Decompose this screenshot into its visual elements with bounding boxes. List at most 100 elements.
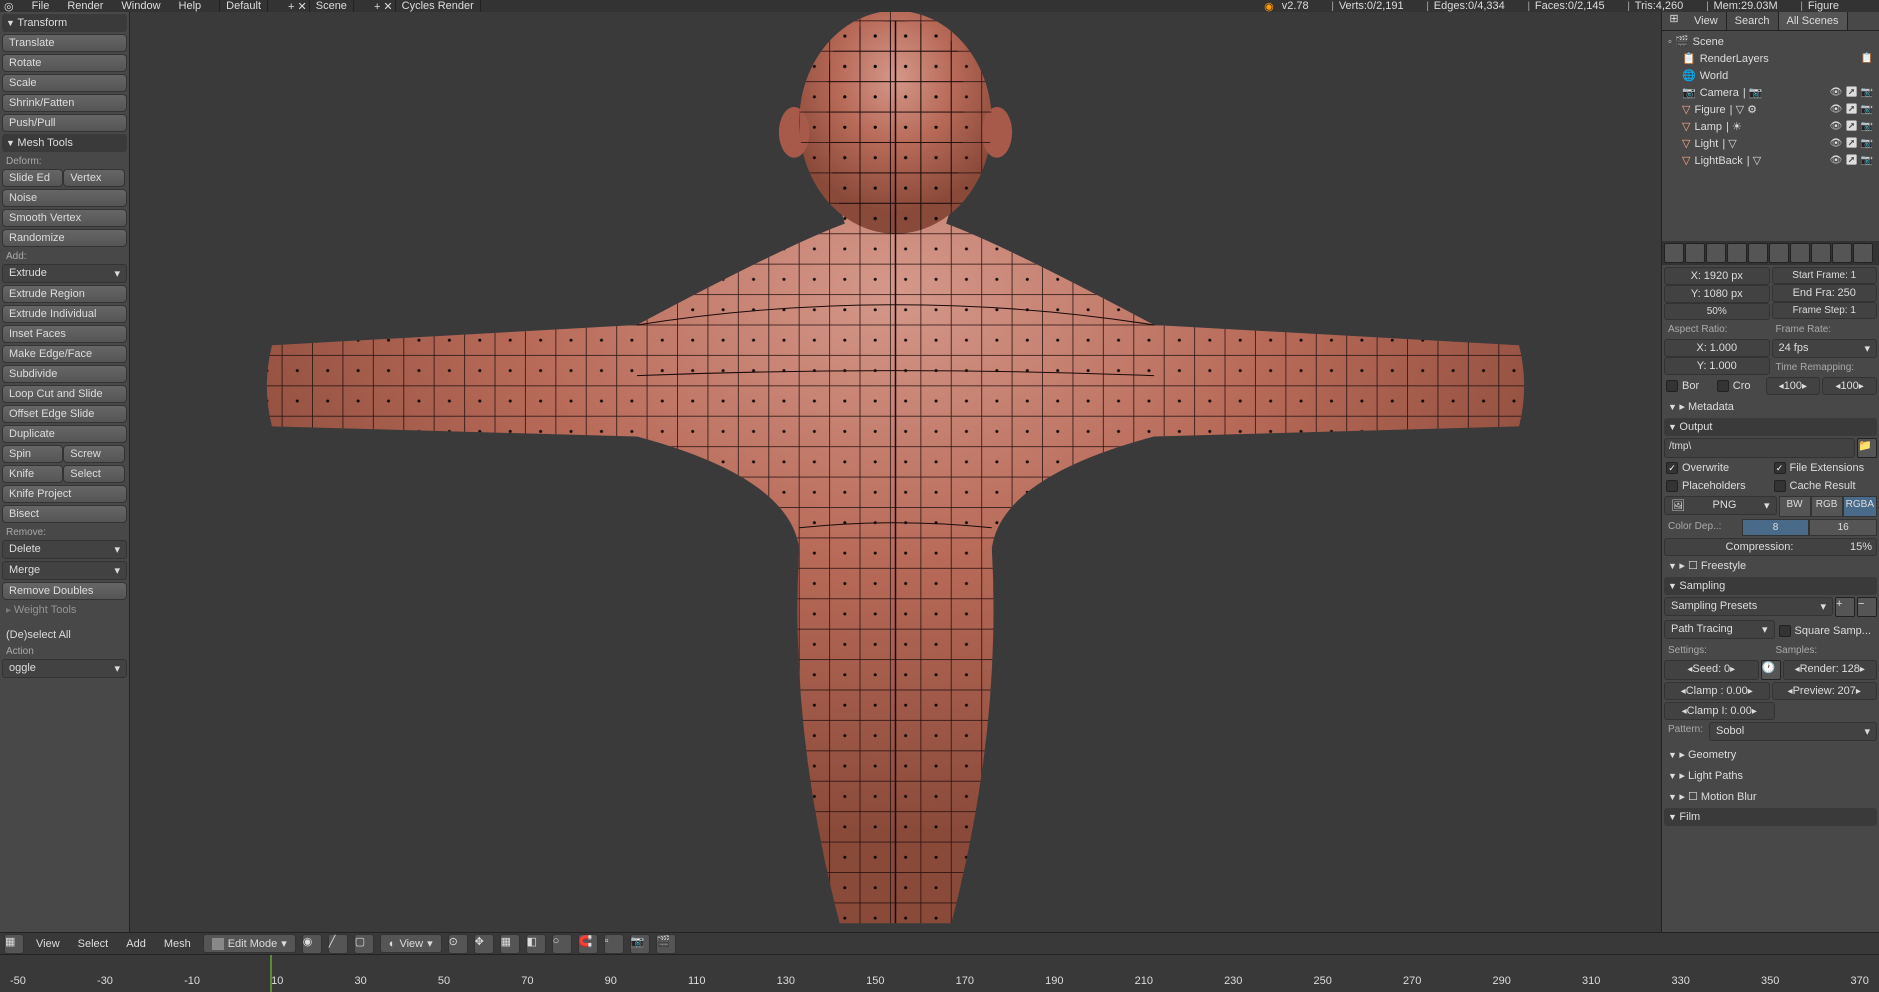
outliner-search-tab[interactable]: Search <box>1727 12 1779 30</box>
prop-layers-icon[interactable] <box>1685 243 1705 263</box>
shrink-fatten-button[interactable]: Shrink/Fatten <box>2 94 127 112</box>
knife-select-button[interactable]: Select <box>63 465 124 483</box>
menu-help[interactable]: Help <box>179 0 202 12</box>
prop-object-icon[interactable] <box>1748 243 1768 263</box>
extrude-region-button[interactable]: Extrude Region <box>2 285 127 303</box>
mode-dropdown[interactable]: Edit Mode ▾ <box>203 934 296 953</box>
resolution-pct[interactable]: 50% <box>1664 303 1770 320</box>
prop-texture-icon[interactable] <box>1853 243 1873 263</box>
extrude-dropdown[interactable]: Extrude▾ <box>2 264 127 283</box>
timeline-cursor[interactable] <box>270 955 272 992</box>
prop-render-icon[interactable] <box>1664 243 1684 263</box>
spin-button[interactable]: Spin <box>2 445 63 463</box>
seed-clock-icon[interactable]: 🕐 <box>1761 660 1781 680</box>
prop-constraints-icon[interactable] <box>1769 243 1789 263</box>
knife-project-button[interactable]: Knife Project <box>2 485 127 503</box>
outliner-tree[interactable]: ◦ 🎬 Scene 📋RenderLayers📋 🌐World 📷Camera … <box>1662 31 1879 241</box>
compression-slider[interactable]: Compression: 15% <box>1664 538 1877 556</box>
duplicate-button[interactable]: Duplicate <box>2 425 127 443</box>
outliner-editor-icon[interactable]: ⊞ <box>1662 12 1686 30</box>
prop-material-icon[interactable] <box>1832 243 1852 263</box>
metadata-header[interactable]: ▸ Metadata <box>1664 397 1877 416</box>
freestyle-header[interactable]: ▸ ☐ Freestyle <box>1664 556 1877 575</box>
outliner-view-tab[interactable]: View <box>1686 12 1727 30</box>
depth-8[interactable]: 8 <box>1742 519 1810 536</box>
offset-edge-slide-button[interactable]: Offset Edge Slide <box>2 405 127 423</box>
face-select-icon[interactable]: ▢ <box>354 934 374 954</box>
menu-window[interactable]: Window <box>121 0 160 12</box>
remap-old[interactable]: ◂100▸ <box>1766 377 1821 395</box>
frame-step[interactable]: Frame Step: 1 <box>1772 302 1878 319</box>
outliner-lamp[interactable]: ▽Lamp | ☀👁 ↗ 📷 <box>1664 118 1877 135</box>
motion-blur-header[interactable]: ▸ ☐ Motion Blur <box>1664 787 1877 806</box>
border-checkbox[interactable] <box>1666 380 1678 392</box>
outliner-light[interactable]: ▽Light | ▽👁 ↗ 📷 <box>1664 135 1877 152</box>
preview-samples[interactable]: ◂Preview: 207▸ <box>1772 682 1878 700</box>
color-bw[interactable]: BW <box>1779 496 1811 517</box>
mesh-menu[interactable]: Mesh <box>158 936 197 952</box>
start-frame[interactable]: Start Frame: 1 <box>1772 267 1878 284</box>
file-ext-checkbox[interactable] <box>1774 462 1786 474</box>
clamp-indirect[interactable]: ◂Clamp I: 0.00▸ <box>1664 702 1775 720</box>
geometry-header[interactable]: ▸ Geometry <box>1664 745 1877 764</box>
seed-field[interactable]: ◂Seed: 0▸ <box>1664 660 1759 680</box>
clamp-direct[interactable]: ◂Clamp : 0.00▸ <box>1664 682 1770 700</box>
menu-render[interactable]: Render <box>67 0 103 12</box>
aspect-y[interactable]: Y: 1.000 <box>1664 357 1770 375</box>
render-samples[interactable]: ◂Render: 128▸ <box>1783 660 1878 680</box>
mesh-tools-header[interactable]: Mesh Tools <box>2 134 127 152</box>
limit-selection-icon[interactable]: ◧ <box>526 934 546 954</box>
screw-button[interactable]: Screw <box>63 445 124 463</box>
remove-preset-icon[interactable]: − <box>1857 597 1877 617</box>
crop-checkbox[interactable] <box>1717 380 1729 392</box>
outliner-renderlayers[interactable]: 📋RenderLayers📋 <box>1664 50 1877 67</box>
snap-icon[interactable]: 🧲 <box>578 934 598 954</box>
view-menu[interactable]: View <box>30 936 66 952</box>
select-menu[interactable]: Select <box>72 936 115 952</box>
noise-button[interactable]: Noise <box>2 189 127 207</box>
3d-viewport[interactable] <box>130 12 1661 932</box>
push-pull-button[interactable]: Push/Pull <box>2 114 127 132</box>
layers-icon[interactable]: ▦ <box>500 934 520 954</box>
action-toggle-dropdown[interactable]: oggle▾ <box>2 659 127 678</box>
output-path[interactable]: /tmp\ <box>1664 438 1855 458</box>
integrator-dropdown[interactable]: Path Tracing▾ <box>1664 620 1775 639</box>
edge-select-icon[interactable]: ╱ <box>328 934 348 954</box>
opengl-render-icon[interactable]: 📷 <box>630 934 650 954</box>
prop-modifiers-icon[interactable] <box>1790 243 1810 263</box>
sampling-presets-dropdown[interactable]: Sampling Presets▾ <box>1664 597 1833 616</box>
slide-vertex-button[interactable]: Vertex <box>63 169 124 187</box>
outliner-figure[interactable]: ▽Figure | ▽ ⚙👁 ↗ 📷 <box>1664 101 1877 118</box>
placeholders-checkbox[interactable] <box>1666 480 1678 492</box>
depth-16[interactable]: 16 <box>1809 519 1877 536</box>
light-paths-header[interactable]: ▸ Light Paths <box>1664 766 1877 785</box>
remap-new[interactable]: ◂100▸ <box>1822 377 1877 395</box>
add-menu[interactable]: Add <box>120 936 152 952</box>
resolution-y[interactable]: Y: 1080 px <box>1664 285 1770 303</box>
manipulator-icon[interactable]: ✥ <box>474 934 494 954</box>
slide-edge-button[interactable]: Slide Ed <box>2 169 63 187</box>
make-edge-face-button[interactable]: Make Edge/Face <box>2 345 127 363</box>
prop-world-icon[interactable] <box>1727 243 1747 263</box>
square-samples-checkbox[interactable] <box>1779 625 1791 637</box>
prop-scene-icon[interactable] <box>1706 243 1726 263</box>
aspect-x[interactable]: X: 1.000 <box>1664 339 1770 357</box>
sampling-header[interactable]: Sampling <box>1664 577 1877 595</box>
editor-type-icon[interactable]: ▦ <box>4 934 24 954</box>
bisect-button[interactable]: Bisect <box>2 505 127 523</box>
operator-deselect-all[interactable]: (De)select All <box>2 626 127 644</box>
pivot-icon[interactable]: ⊙ <box>448 934 468 954</box>
timeline-editor[interactable]: -50-30-10 103050 7090110 130150170 19021… <box>0 954 1879 992</box>
color-rgb[interactable]: RGB <box>1811 496 1843 517</box>
film-header[interactable]: Film <box>1664 808 1877 826</box>
subdivide-button[interactable]: Subdivide <box>2 365 127 383</box>
browse-folder-icon[interactable]: 📁 <box>1857 438 1877 458</box>
resolution-x[interactable]: X: 1920 px <box>1664 267 1770 285</box>
prop-data-icon[interactable] <box>1811 243 1831 263</box>
loop-cut-button[interactable]: Loop Cut and Slide <box>2 385 127 403</box>
remove-doubles-button[interactable]: Remove Doubles <box>2 582 127 600</box>
output-header[interactable]: Output <box>1664 418 1877 436</box>
translate-button[interactable]: Translate <box>2 34 127 52</box>
end-frame[interactable]: End Fra: 250 <box>1772 284 1878 302</box>
opengl-anim-icon[interactable]: 🎬 <box>656 934 676 954</box>
